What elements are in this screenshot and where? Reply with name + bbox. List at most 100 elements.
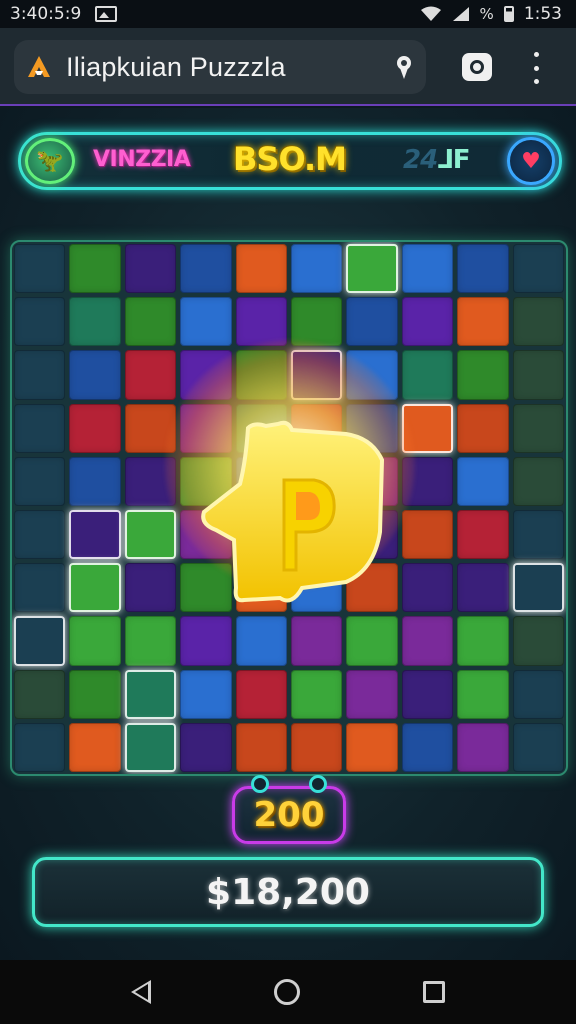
puzzle-piece[interactable] [457, 244, 509, 294]
puzzle-piece[interactable] [401, 722, 454, 772]
puzzle-piece[interactable] [180, 244, 232, 294]
puzzle-piece[interactable] [401, 510, 454, 560]
system-navbar [0, 960, 576, 1024]
browser-toolbar: Iliapkuian Puzzzla [0, 28, 576, 106]
puzzle-piece[interactable] [457, 669, 509, 719]
puzzle-piece[interactable] [69, 616, 121, 666]
puzzle-piece[interactable] [180, 669, 232, 719]
puzzle-piece[interactable] [14, 297, 66, 347]
puzzle-piece[interactable] [69, 563, 121, 613]
puzzle-piece[interactable] [124, 350, 177, 400]
puzzle-piece[interactable] [401, 350, 454, 400]
address-bar[interactable]: Iliapkuian Puzzzla [14, 40, 426, 94]
status-time: 3:40:5:9 [10, 4, 82, 24]
puzzle-piece[interactable] [346, 722, 398, 772]
puzzle-piece[interactable] [180, 722, 232, 772]
puzzle-piece[interactable] [69, 403, 121, 453]
puzzle-piece[interactable] [457, 563, 509, 613]
player-avatar[interactable]: 🦖 [25, 138, 75, 184]
golden-puzzle-piece[interactable] [196, 420, 388, 610]
puzzle-piece[interactable] [512, 350, 564, 400]
puzzle-piece[interactable] [457, 456, 509, 506]
back-icon[interactable] [131, 980, 152, 1004]
page-title: Iliapkuian Puzzzla [66, 51, 286, 82]
puzzle-piece[interactable] [14, 244, 66, 294]
puzzle-piece[interactable] [124, 297, 177, 347]
puzzle-piece[interactable] [235, 669, 287, 719]
counter-tab-right [309, 775, 327, 793]
puzzle-piece[interactable] [512, 563, 564, 613]
counter-value: 200 [253, 795, 325, 835]
puzzle-piece[interactable] [14, 350, 66, 400]
pin-icon[interactable] [394, 54, 414, 80]
recents-icon[interactable] [422, 981, 445, 1003]
puzzle-piece[interactable] [346, 669, 398, 719]
puzzle-piece[interactable] [512, 244, 564, 294]
puzzle-piece[interactable] [69, 456, 121, 506]
puzzle-piece[interactable] [14, 510, 66, 560]
camera-icon[interactable] [462, 53, 492, 81]
puzzle-piece[interactable] [124, 510, 177, 560]
puzzle-piece[interactable] [69, 297, 121, 347]
puzzle-piece[interactable] [512, 456, 564, 506]
puzzle-piece[interactable] [69, 722, 121, 772]
puzzle-piece[interactable] [235, 616, 287, 666]
dinosaur-icon: 🦖 [36, 148, 64, 174]
wifi-icon [420, 6, 441, 21]
puzzle-piece[interactable] [124, 722, 177, 772]
puzzle-piece[interactable] [512, 297, 564, 347]
puzzle-piece[interactable] [124, 244, 177, 294]
puzzle-piece[interactable] [512, 722, 564, 772]
puzzle-piece[interactable] [401, 669, 454, 719]
puzzle-piece[interactable] [401, 616, 454, 666]
puzzle-piece[interactable] [401, 297, 454, 347]
puzzle-piece[interactable] [291, 297, 343, 347]
puzzle-piece[interactable] [69, 669, 121, 719]
puzzle-piece[interactable] [69, 350, 121, 400]
player-name: VINZZIA [93, 147, 191, 172]
puzzle-piece[interactable] [512, 616, 564, 666]
puzzle-piece[interactable] [346, 616, 398, 666]
puzzle-piece[interactable] [457, 510, 509, 560]
puzzle-piece[interactable] [291, 722, 343, 772]
heart-glyph: ♥ [521, 148, 541, 174]
puzzle-piece[interactable] [124, 563, 177, 613]
puzzle-piece[interactable] [291, 669, 343, 719]
puzzle-piece[interactable] [14, 403, 66, 453]
puzzle-piece[interactable] [124, 669, 177, 719]
home-icon[interactable] [273, 979, 300, 1005]
heart-icon[interactable]: ♥ [507, 137, 555, 185]
puzzle-piece[interactable] [512, 669, 564, 719]
puzzle-piece[interactable] [14, 563, 66, 613]
puzzle-piece[interactable] [512, 403, 564, 453]
puzzle-piece[interactable] [457, 403, 509, 453]
puzzle-piece[interactable] [512, 510, 564, 560]
puzzle-piece[interactable] [235, 244, 287, 294]
puzzle-piece[interactable] [401, 563, 454, 613]
puzzle-piece[interactable] [124, 616, 177, 666]
puzzle-piece[interactable] [346, 297, 398, 347]
puzzle-piece[interactable] [180, 616, 232, 666]
overflow-menu-icon[interactable] [526, 52, 546, 84]
puzzle-piece[interactable] [457, 350, 509, 400]
puzzle-piece[interactable] [401, 244, 454, 294]
puzzle-piece[interactable] [14, 616, 66, 666]
puzzle-piece[interactable] [457, 722, 509, 772]
puzzle-piece[interactable] [235, 722, 287, 772]
puzzle-piece[interactable] [457, 616, 509, 666]
puzzle-piece[interactable] [235, 297, 287, 347]
puzzle-piece[interactable] [14, 456, 66, 506]
puzzle-piece[interactable] [69, 510, 121, 560]
puzzle-piece[interactable] [346, 244, 398, 294]
puzzle-piece[interactable] [14, 669, 66, 719]
counter-tab-left [251, 775, 269, 793]
puzzle-piece[interactable] [180, 297, 232, 347]
puzzle-piece[interactable] [291, 244, 343, 294]
puzzle-piece[interactable] [457, 297, 509, 347]
puzzle-piece[interactable] [14, 722, 66, 772]
battery-icon [503, 6, 514, 22]
puzzle-piece[interactable] [291, 616, 343, 666]
puzzle-piece[interactable] [69, 244, 121, 294]
total-panel[interactable]: $18,200 [32, 857, 544, 927]
total-value: $18,200 [206, 871, 370, 913]
